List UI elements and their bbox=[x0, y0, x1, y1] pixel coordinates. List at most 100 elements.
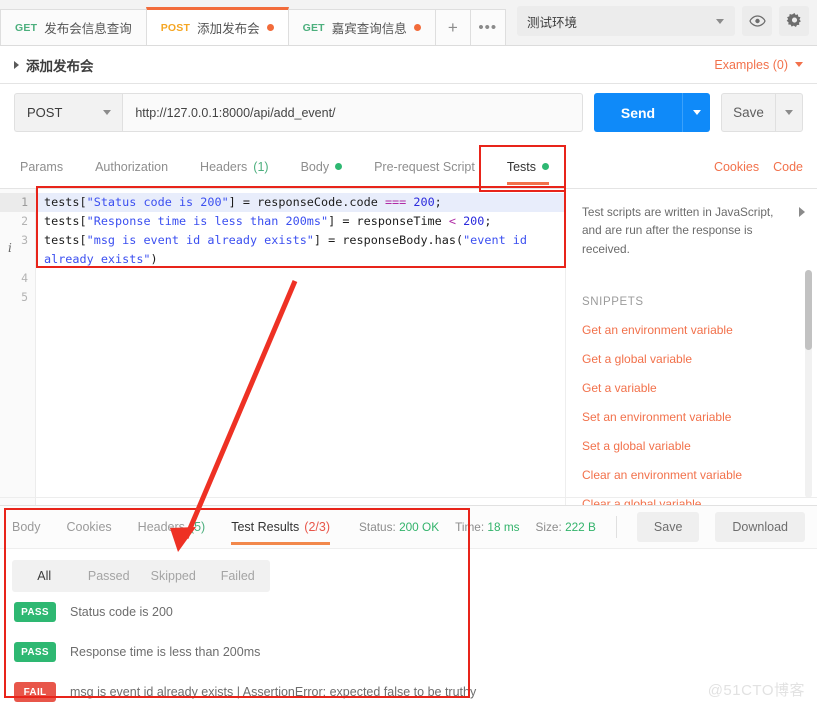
tab-label: Params bbox=[20, 160, 63, 174]
eye-icon bbox=[749, 15, 766, 27]
tab-headers[interactable]: Headers (1) bbox=[184, 145, 285, 188]
environment-controls: 测试环境 bbox=[517, 6, 809, 36]
environment-quick-look-button[interactable] bbox=[742, 6, 772, 36]
tab-overflow-button[interactable]: ••• bbox=[470, 9, 506, 45]
code-token-number: 200 bbox=[413, 195, 434, 209]
tab-count: (2/3) bbox=[304, 520, 330, 534]
line-number: 3 bbox=[0, 231, 35, 250]
status-badge: PASS bbox=[14, 642, 56, 662]
gear-icon bbox=[786, 13, 803, 30]
scrollbar-thumb[interactable] bbox=[805, 270, 812, 350]
breadcrumb[interactable]: 添加发布会 bbox=[14, 55, 94, 75]
tab-count: (5) bbox=[190, 520, 205, 534]
snippet-get-global-variable[interactable]: Get a global variable bbox=[582, 352, 803, 366]
code-token: tests[ bbox=[44, 214, 87, 228]
chevron-right-icon bbox=[14, 61, 19, 69]
line-number: 2 bbox=[0, 212, 35, 231]
tab-params[interactable]: Params bbox=[14, 145, 79, 188]
time-meta: Time: 18 ms bbox=[455, 520, 519, 534]
request-section-tabs: Params Authorization Headers (1) Body Pr… bbox=[0, 145, 817, 189]
snippet-set-global-variable[interactable]: Set a global variable bbox=[582, 439, 803, 453]
response-bar: Body Cookies Headers (5) Test Results (2… bbox=[0, 505, 817, 549]
tab-label: Body bbox=[12, 520, 41, 534]
environment-select[interactable]: 测试环境 bbox=[517, 6, 735, 36]
examples-dropdown[interactable]: Examples (0) bbox=[714, 58, 803, 72]
panel-divider bbox=[0, 497, 817, 498]
url-bar: POST Send Save bbox=[0, 84, 817, 141]
tab-label: Authorization bbox=[95, 160, 168, 174]
tab-method-label: GET bbox=[15, 22, 37, 34]
snippet-get-variable[interactable]: Get a variable bbox=[582, 381, 803, 395]
response-tab-test-results[interactable]: Test Results (2/3) bbox=[218, 506, 343, 549]
code-line-3: tests["msg is event id already exists"] … bbox=[44, 233, 534, 266]
tests-editor[interactable]: 1 2 3 . 4 5 i tests["Status code is 200"… bbox=[0, 189, 566, 505]
request-tab-3[interactable]: GET 嘉宾查询信息 bbox=[288, 9, 436, 45]
unsaved-dot-icon bbox=[267, 24, 274, 31]
code-token: ] = responseCode.code bbox=[229, 195, 385, 209]
test-result-row: PASS Status code is 200 bbox=[0, 592, 817, 632]
save-options-button[interactable] bbox=[775, 93, 803, 132]
snippets-heading: SNIPPETS bbox=[582, 296, 803, 308]
tab-tests[interactable]: Tests bbox=[491, 145, 565, 188]
code-token: tests[ bbox=[44, 195, 87, 209]
tab-pre-request-script[interactable]: Pre-request Script bbox=[358, 145, 491, 188]
examples-label: Examples (0) bbox=[714, 58, 788, 72]
tab-body[interactable]: Body bbox=[285, 145, 359, 188]
response-tab-body[interactable]: Body bbox=[12, 506, 54, 549]
request-subheader: 添加发布会 Examples (0) bbox=[0, 46, 817, 84]
help-description: Test scripts are written in JavaScript, … bbox=[582, 203, 794, 258]
response-save-button[interactable]: Save bbox=[637, 512, 700, 542]
tab-authorization[interactable]: Authorization bbox=[79, 145, 184, 188]
test-result-row: FAIL msg is event id already exists | As… bbox=[0, 672, 817, 710]
content-indicator-icon bbox=[542, 163, 549, 170]
snippet-get-environment-variable[interactable]: Get an environment variable bbox=[582, 323, 803, 337]
filter-skipped[interactable]: Skipped bbox=[141, 569, 206, 583]
tab-label: Tests bbox=[507, 160, 536, 174]
divider bbox=[616, 516, 617, 538]
response-tab-cookies[interactable]: Cookies bbox=[54, 506, 125, 549]
settings-button[interactable] bbox=[779, 6, 809, 36]
code-token: ; bbox=[435, 195, 442, 209]
line-number: 1 bbox=[0, 193, 35, 212]
save-button[interactable]: Save bbox=[721, 93, 775, 132]
environment-label: 测试环境 bbox=[527, 12, 577, 31]
code-line-1: tests["Status code is 200"] = responseCo… bbox=[36, 193, 565, 212]
size-meta: Size: 222 B bbox=[536, 520, 596, 534]
method-select[interactable]: POST bbox=[14, 93, 122, 132]
postman-window: GET 发布会信息查询 POST 添加发布会 GET 嘉宾查询信息 + ••• … bbox=[0, 0, 817, 710]
code-token-string: "Status code is 200" bbox=[87, 195, 229, 209]
method-label: POST bbox=[27, 105, 62, 120]
status-value: 200 OK bbox=[399, 520, 439, 534]
filter-failed[interactable]: Failed bbox=[206, 569, 271, 583]
request-tab-1[interactable]: GET 发布会信息查询 bbox=[0, 9, 147, 45]
snippet-clear-environment-variable[interactable]: Clear an environment variable bbox=[582, 468, 803, 482]
tab-method-label: POST bbox=[161, 22, 190, 34]
code-line-2: tests["Response time is less than 200ms"… bbox=[44, 214, 492, 228]
send-button[interactable]: Send bbox=[594, 93, 682, 132]
test-result-text: Status code is 200 bbox=[70, 605, 173, 619]
code-link[interactable]: Code bbox=[773, 160, 803, 174]
filter-all[interactable]: All bbox=[12, 569, 77, 583]
code-token: tests[ bbox=[44, 233, 87, 247]
new-tab-button[interactable]: + bbox=[435, 9, 471, 45]
collapse-panel-icon[interactable] bbox=[799, 207, 805, 217]
url-input[interactable] bbox=[122, 93, 583, 132]
code-token: ) bbox=[151, 252, 158, 266]
test-result-text: Response time is less than 200ms bbox=[70, 645, 260, 659]
filter-passed[interactable]: Passed bbox=[77, 569, 142, 583]
request-tab-2[interactable]: POST 添加发布会 bbox=[146, 7, 289, 45]
snippet-set-environment-variable[interactable]: Set an environment variable bbox=[582, 410, 803, 424]
response-tab-headers[interactable]: Headers (5) bbox=[125, 506, 219, 549]
test-result-text: msg is event id already exists | Asserti… bbox=[70, 685, 476, 699]
tab-label: Pre-request Script bbox=[374, 160, 475, 174]
cookies-link[interactable]: Cookies bbox=[714, 160, 759, 174]
snippets-scrollbar[interactable] bbox=[805, 270, 812, 498]
page-title: 添加发布会 bbox=[26, 55, 94, 75]
editor-code-area[interactable]: tests["Status code is 200"] = responseCo… bbox=[36, 189, 565, 505]
snippet-clear-global-variable[interactable]: Clear a global variable bbox=[582, 497, 803, 505]
request-tab-bar: GET 发布会信息查询 POST 添加发布会 GET 嘉宾查询信息 + ••• … bbox=[0, 0, 817, 46]
response-download-button[interactable]: Download bbox=[715, 512, 805, 542]
tab-title: 添加发布会 bbox=[197, 18, 260, 37]
send-options-button[interactable] bbox=[682, 93, 710, 132]
watermark: @51CTO博客 bbox=[708, 679, 805, 700]
